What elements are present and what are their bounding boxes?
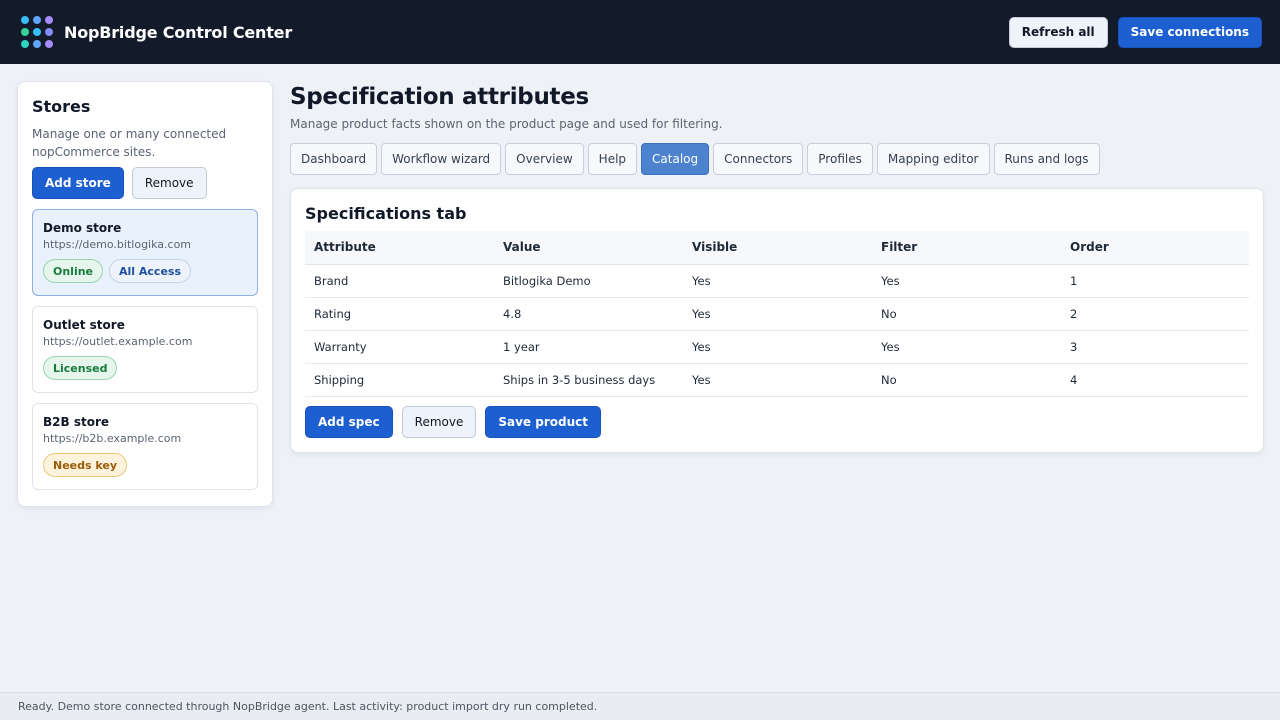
logo-dot [45, 40, 53, 48]
table-cell: 2 [1061, 297, 1249, 331]
store-url: https://outlet.example.com [43, 335, 193, 348]
table-cell: Warranty [305, 330, 494, 364]
sidebar-title: Stores [32, 97, 91, 116]
tab-runs-and-logs[interactable]: Runs and logs [993, 143, 1100, 175]
logo-dot [21, 16, 29, 24]
store-card[interactable]: Outlet store https://outlet.example.com Li… [32, 306, 258, 393]
status-bar: Ready. Demo store connected through NopB… [0, 692, 1280, 720]
table-cell: 1 [1061, 264, 1249, 298]
status-badge: Licensed [43, 356, 118, 380]
sidebar-actions: Add store Remove [32, 167, 258, 199]
store-badges: Needs key [43, 453, 247, 477]
brand: NopBridge Control Center [21, 16, 292, 48]
page-subtitle: Manage product facts shown on the produc… [290, 117, 723, 131]
specifications-table: Attribute Value Visible Filter Order Brand Bi… [305, 231, 1249, 397]
column-header-filter: Filter [872, 231, 1061, 265]
store-badges: Online All Access [43, 259, 247, 283]
table-row[interactable]: Shipping Ships in 3-5 business days Yes No 4 [305, 363, 1249, 397]
store-name: Outlet store [43, 318, 125, 332]
status-badge: All Access [109, 259, 192, 283]
panel-actions: Add spec Remove Save product [305, 405, 1249, 438]
top-bar: NopBridge Control Center Refresh all Sav… [0, 0, 1280, 64]
column-header-value: Value [494, 231, 683, 265]
store-card[interactable]: B2B store https://b2b.example.com Needs ke… [32, 403, 258, 490]
store-card[interactable]: Demo store https://demo.bitlogika.com Onli… [32, 209, 258, 296]
save-product-button[interactable]: Save product [485, 405, 601, 438]
refresh-all-button[interactable]: Refresh all [1008, 16, 1108, 48]
add-store-button[interactable]: Add store [32, 167, 124, 199]
logo-dot [45, 16, 53, 24]
main-content: Specification attributes Manage product … [290, 80, 1264, 453]
table-cell: Rating [305, 297, 494, 331]
remove-spec-button[interactable]: Remove [401, 405, 477, 438]
table-cell: Yes [683, 264, 872, 298]
app-title: NopBridge Control Center [64, 22, 293, 42]
table-cell: 4.8 [494, 297, 683, 331]
table-row[interactable]: Rating 4.8 Yes No 2 [305, 297, 1249, 331]
tab-dashboard[interactable]: Dashboard [290, 143, 378, 175]
column-header-attribute: Attribute [305, 231, 494, 265]
page-title: Specification attributes [290, 84, 589, 110]
table-cell: Yes [872, 330, 1061, 364]
tab-profiles[interactable]: Profiles [807, 143, 873, 175]
table-cell: No [872, 297, 1061, 331]
table-body: Brand Bitlogika Demo Yes Yes 1 Rating 4.8 Yes No… [305, 264, 1249, 397]
store-badges: Licensed [43, 356, 247, 380]
tab-connectors[interactable]: Connectors [713, 143, 804, 175]
logo-dot [45, 28, 53, 36]
tab-help[interactable]: Help [587, 143, 638, 175]
remove-store-button[interactable]: Remove [131, 167, 207, 199]
store-name: Demo store [43, 221, 122, 235]
table-cell: Yes [872, 264, 1061, 298]
store-list: Demo store https://demo.bitlogika.com Onli… [32, 209, 258, 490]
table-cell: Bitlogika Demo [494, 264, 683, 298]
store-name: B2B store [43, 415, 109, 429]
logo-dot [33, 16, 41, 24]
store-url: https://demo.bitlogika.com [43, 238, 192, 251]
logo-dot [21, 28, 29, 36]
table-cell: 4 [1061, 363, 1249, 397]
add-spec-button[interactable]: Add spec [305, 405, 393, 438]
panel-title: Specifications tab [305, 204, 467, 223]
table-row[interactable]: Warranty 1 year Yes Yes 3 [305, 330, 1249, 364]
logo-dot [33, 28, 41, 36]
specifications-panel: Specifications tab Attribute Value Visible… [290, 188, 1264, 453]
tab-catalog[interactable]: Catalog [641, 143, 710, 175]
column-header-order: Order [1061, 231, 1249, 265]
header-actions: Refresh all Save connections [1008, 16, 1262, 48]
table-cell: No [872, 363, 1061, 397]
table-cell: 3 [1061, 330, 1249, 364]
table-cell: Yes [683, 363, 872, 397]
status-badge: Online [43, 259, 104, 283]
table-cell: Yes [683, 297, 872, 331]
tab-bar: Dashboard Workflow wizard Overview Help Cata… [290, 143, 1264, 175]
store-url: https://b2b.example.com [43, 432, 182, 445]
table-header-row: Attribute Value Visible Filter Order [305, 231, 1249, 265]
tab-workflow-wizard[interactable]: Workflow wizard [381, 143, 502, 175]
app-logo-icon [21, 16, 53, 48]
tab-overview[interactable]: Overview [505, 143, 584, 175]
table-cell: Shipping [305, 363, 494, 397]
column-header-visible: Visible [683, 231, 872, 265]
logo-dot [21, 40, 29, 48]
table-cell: 1 year [494, 330, 683, 364]
tab-mapping-editor[interactable]: Mapping editor [876, 143, 990, 175]
table-cell: Yes [683, 330, 872, 364]
table-row[interactable]: Brand Bitlogika Demo Yes Yes 1 [305, 264, 1249, 298]
logo-dot [33, 40, 41, 48]
table-cell: Ships in 3-5 business days [494, 363, 683, 397]
status-text: Ready. Demo store connected through NopB… [18, 700, 598, 713]
stores-sidebar: Stores Manage one or many connected nopC… [17, 81, 273, 507]
save-connections-button[interactable]: Save connections [1117, 16, 1262, 48]
sidebar-description: Manage one or many connected nopCommerce… [32, 127, 227, 159]
status-badge: Needs key [43, 453, 128, 477]
table-cell: Brand [305, 264, 494, 298]
